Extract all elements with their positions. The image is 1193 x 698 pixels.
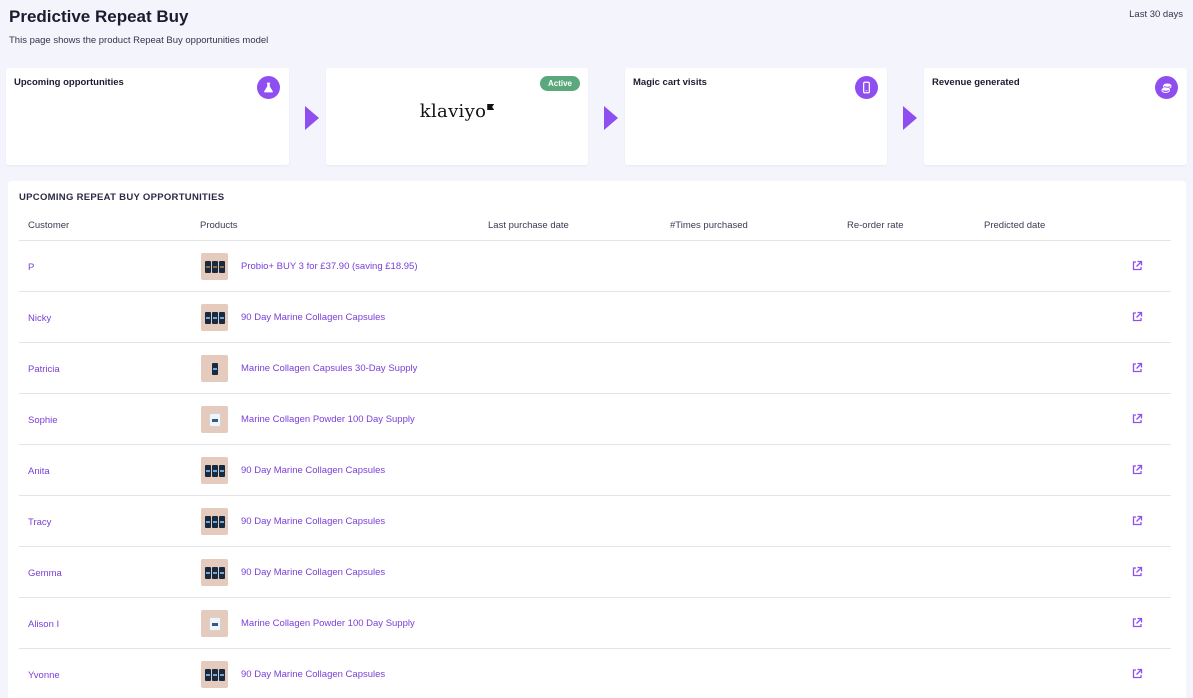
product-name-link[interactable]: Marine Collagen Capsules 30-Day Supply [241, 363, 417, 374]
column-header-last-purchase-date[interactable]: Last purchase date [488, 220, 569, 231]
table-row[interactable]: Alison I Marine Collagen Powder 100 Day S… [19, 598, 1171, 649]
table-row[interactable]: Sophie Marine Collagen Powder 100 Day Sup… [19, 394, 1171, 445]
mobile-icon [855, 76, 878, 99]
product-thumbnail [201, 406, 228, 433]
card-upcoming-opportunities[interactable]: Upcoming opportunities [6, 68, 289, 165]
product-thumbnail [201, 304, 228, 331]
customer-name-link[interactable]: Tracy [28, 517, 51, 528]
status-badge: Active [539, 76, 580, 91]
product-thumbnail [201, 457, 228, 484]
funnel-cards: Upcoming opportunities Active klaviyo Ma… [6, 68, 1187, 165]
table-title: UPCOMING REPEAT BUY OPPORTUNITIES [19, 192, 225, 203]
product-name-link[interactable]: 90 Day Marine Collagen Capsules [241, 312, 385, 323]
external-link-icon[interactable] [1131, 617, 1143, 629]
card-revenue-generated[interactable]: Revenue generated [924, 68, 1187, 165]
product-thumbnail [201, 253, 228, 280]
product-name-link[interactable]: 90 Day Marine Collagen Capsules [241, 516, 385, 527]
product-name-link[interactable]: Probio+ BUY 3 for £37.90 (saving £18.95) [241, 261, 417, 272]
flask-icon [257, 76, 280, 99]
table-header: Customer Products Last purchase date #Ti… [19, 213, 1171, 241]
klaviyo-logo: klaviyo [326, 101, 588, 122]
table-row[interactable]: Gemma 90 Day Marine Collagen Capsules [19, 547, 1171, 598]
card-klaviyo-integration[interactable]: Active klaviyo [326, 68, 588, 165]
card-label: Upcoming opportunities [14, 77, 124, 88]
external-link-icon[interactable] [1131, 464, 1143, 476]
column-header-predicted-date[interactable]: Predicted date [984, 220, 1045, 231]
external-link-icon[interactable] [1131, 260, 1143, 272]
column-header-times-purchased[interactable]: #Times purchased [670, 220, 748, 231]
table-row[interactable]: Tracy 90 Day Marine Collagen Capsules [19, 496, 1171, 547]
card-magic-cart-visits[interactable]: Magic cart visits [625, 68, 887, 165]
table-body: P Probio+ BUY 3 for £37.90 (saving £18.95… [19, 241, 1171, 698]
arrow-right-icon [305, 106, 319, 130]
product-name-link[interactable]: 90 Day Marine Collagen Capsules [241, 465, 385, 476]
arrow-right-icon [604, 106, 618, 130]
external-link-icon[interactable] [1131, 413, 1143, 425]
table-row[interactable]: Nicky 90 Day Marine Collagen Capsules [19, 292, 1171, 343]
product-name-link[interactable]: 90 Day Marine Collagen Capsules [241, 567, 385, 578]
external-link-icon[interactable] [1131, 566, 1143, 578]
product-thumbnail [201, 559, 228, 586]
table-row[interactable]: P Probio+ BUY 3 for £37.90 (saving £18.95… [19, 241, 1171, 292]
product-thumbnail [201, 508, 228, 535]
external-link-icon[interactable] [1131, 515, 1143, 527]
product-name-link[interactable]: 90 Day Marine Collagen Capsules [241, 669, 385, 680]
card-label: Magic cart visits [633, 77, 707, 88]
external-link-icon[interactable] [1131, 311, 1143, 323]
product-thumbnail [201, 610, 228, 637]
page-title: Predictive Repeat Buy [9, 7, 189, 26]
card-label: Revenue generated [932, 77, 1020, 88]
table-row[interactable]: Patricia Marine Collagen Capsules 30-Day … [19, 343, 1171, 394]
customer-name-link[interactable]: Nicky [28, 313, 51, 324]
coins-icon [1155, 76, 1178, 99]
table-row[interactable]: Anita 90 Day Marine Collagen Capsules [19, 445, 1171, 496]
column-header-customer[interactable]: Customer [28, 220, 69, 231]
column-header-products[interactable]: Products [200, 220, 238, 231]
customer-name-link[interactable]: Gemma [28, 568, 62, 579]
customer-name-link[interactable]: Alison I [28, 619, 59, 630]
table-row[interactable]: Yvonne 90 Day Marine Collagen Capsules [19, 649, 1171, 698]
product-name-link[interactable]: Marine Collagen Powder 100 Day Supply [241, 618, 415, 629]
customer-name-link[interactable]: Yvonne [28, 670, 60, 681]
product-thumbnail [201, 661, 228, 688]
repeat-buy-table-panel: UPCOMING REPEAT BUY OPPORTUNITIES Custom… [8, 181, 1186, 698]
column-header-reorder-rate[interactable]: Re-order rate [847, 220, 904, 231]
customer-name-link[interactable]: Sophie [28, 415, 58, 426]
customer-name-link[interactable]: Patricia [28, 364, 60, 375]
arrow-right-icon [903, 106, 917, 130]
external-link-icon[interactable] [1131, 362, 1143, 374]
customer-name-link[interactable]: P [28, 262, 34, 273]
date-range-selector[interactable]: Last 30 days [1129, 9, 1183, 20]
page-subtitle: This page shows the product Repeat Buy o… [9, 35, 269, 46]
product-name-link[interactable]: Marine Collagen Powder 100 Day Supply [241, 414, 415, 425]
product-thumbnail [201, 355, 228, 382]
external-link-icon[interactable] [1131, 668, 1143, 680]
customer-name-link[interactable]: Anita [28, 466, 50, 477]
